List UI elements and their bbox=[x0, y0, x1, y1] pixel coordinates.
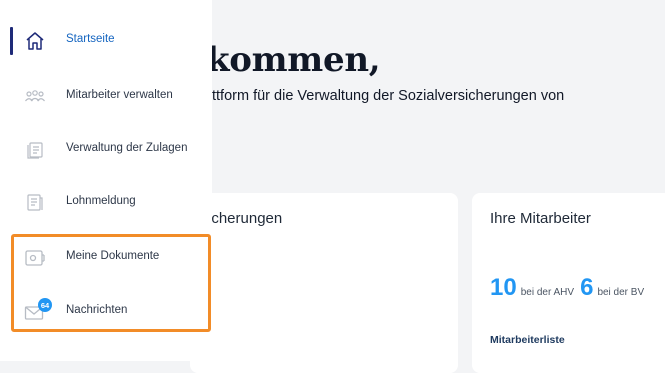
employees-card-title: Ihre Mitarbeiter bbox=[490, 210, 591, 227]
allowance-icon bbox=[24, 139, 46, 161]
employees-card: Ihre Mitarbeiter 10 bei der AHV 6 bei de… bbox=[472, 193, 665, 373]
sidebar-item-label: Nachrichten bbox=[66, 304, 128, 316]
documents-safe-icon bbox=[24, 247, 46, 269]
sidebar-item-label: Startseite bbox=[66, 33, 115, 45]
welcome-title: kommen, bbox=[206, 40, 381, 80]
bv-label: bei der BV bbox=[597, 287, 645, 298]
ahv-label: bei der AHV bbox=[520, 287, 575, 298]
insurance-card: icherungen bbox=[190, 193, 458, 373]
payroll-icon bbox=[24, 192, 46, 214]
employee-list-link[interactable]: Mitarbeiterliste bbox=[490, 334, 565, 346]
sidebar-item-label: Verwaltung der Zulagen bbox=[66, 142, 188, 154]
home-icon bbox=[24, 30, 46, 52]
sidebar-item-lohnmeldung[interactable]: Lohnmeldung bbox=[0, 183, 212, 223]
sidebar-item-dokumente[interactable]: Meine Dokumente bbox=[0, 238, 212, 278]
users-icon bbox=[24, 86, 46, 108]
unread-badge: 64 bbox=[38, 298, 52, 312]
ahv-count: 10 bbox=[490, 274, 517, 301]
mail-icon: 64 bbox=[24, 298, 52, 323]
sidebar-item-label: Meine Dokumente bbox=[66, 250, 160, 262]
employee-stats: 10 bei der AHV 6 bei der BV bbox=[490, 274, 646, 302]
sidebar-item-zulagen[interactable]: Verwaltung der Zulagen bbox=[0, 130, 212, 170]
sidebar-item-label: Lohnmeldung bbox=[66, 195, 136, 207]
sidebar-item-label: Mitarbeiter verwalten bbox=[66, 89, 173, 101]
insurance-card-title: icherungen bbox=[208, 210, 283, 227]
welcome-subtitle: ttform für die Verwaltung der Sozialvers… bbox=[212, 88, 565, 104]
bv-count: 6 bbox=[580, 274, 594, 301]
sidebar-item-mitarbeiter[interactable]: Mitarbeiter verwalten bbox=[0, 77, 212, 117]
sidebar-item-nachrichten[interactable]: 64 Nachrichten bbox=[0, 292, 212, 332]
sidebar: Startseite Mitarbeiter verwalten Verwalt… bbox=[0, 0, 212, 361]
sidebar-item-startseite[interactable]: Startseite bbox=[0, 21, 212, 61]
